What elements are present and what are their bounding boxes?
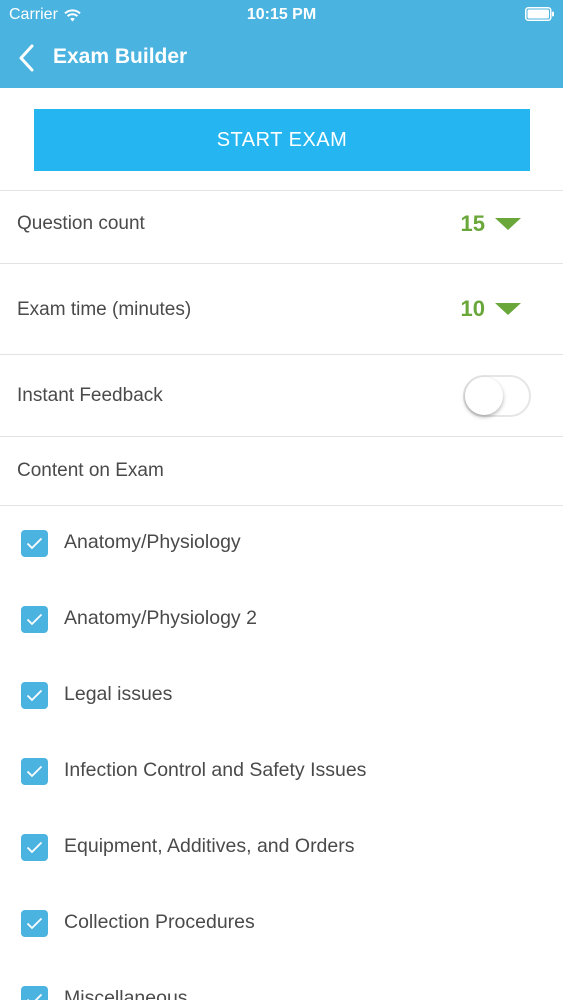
category-label: Equipment, Additives, and Orders [64,835,355,857]
divider [0,354,563,355]
exam-time-label: Exam time (minutes) [17,299,192,320]
checkbox[interactable] [21,606,48,633]
category-label: Miscellaneous [64,987,188,1000]
category-item[interactable]: Anatomy/Physiology 2 [0,590,563,650]
start-exam-button[interactable]: START EXAM [34,109,530,171]
checkmark-icon [26,613,43,626]
exam-time-dropdown[interactable]: 10 [461,296,521,322]
checkmark-icon [27,993,43,1000]
clock: 10:15 PM [246,6,317,23]
checkmark-icon [26,537,43,550]
chevron-left-icon [19,44,34,72]
navigation-bar: Exam Builder [0,30,563,88]
category-item[interactable]: Infection Control and Safety Issues [0,742,563,802]
question-count-value: 15 [460,211,485,236]
question-count-label: Question count [17,213,145,234]
checkmark-icon [26,765,43,778]
category-item[interactable]: Miscellaneous [0,970,563,1000]
divider [0,190,563,191]
category-label: Legal issues [64,683,173,705]
instant-feedback-toggle[interactable] [463,375,531,417]
app-header: Carrier 10:15 PM Exam Builder [0,0,563,88]
category-label: Anatomy/Physiology 2 [64,607,257,629]
checkmark-icon [26,917,43,930]
checkbox[interactable] [21,530,48,557]
status-bar: Carrier 10:15 PM [0,0,563,30]
category-item[interactable]: Collection Procedures [0,894,563,954]
dropdown-arrow-icon [495,303,521,315]
category-item[interactable]: Legal issues [0,666,563,726]
category-label: Anatomy/Physiology [64,531,241,553]
category-label: Infection Control and Safety Issues [64,759,367,781]
category-item[interactable]: Anatomy/Physiology [0,514,563,574]
page-title: Exam Builder [53,45,188,68]
toggle-knob [465,377,503,415]
dropdown-arrow-icon [495,218,521,230]
checkbox[interactable] [21,910,48,937]
checkbox[interactable] [21,758,48,785]
divider [0,263,563,264]
checkmark-icon [26,841,43,854]
checkmark-icon [26,689,43,702]
exam-time-value: 10 [460,296,485,321]
question-count-dropdown[interactable]: 15 [461,211,521,237]
checkbox[interactable] [21,834,48,861]
category-label: Collection Procedures [64,911,255,933]
instant-feedback-label: Instant Feedback [17,385,163,406]
checkbox[interactable] [21,682,48,709]
divider [0,505,563,506]
checkbox[interactable] [21,986,48,1000]
divider [0,436,563,437]
battery-icon [525,7,555,21]
back-button[interactable] [10,40,42,76]
category-item[interactable]: Equipment, Additives, and Orders [0,818,563,878]
content-section-heading: Content on Exam [17,460,164,481]
